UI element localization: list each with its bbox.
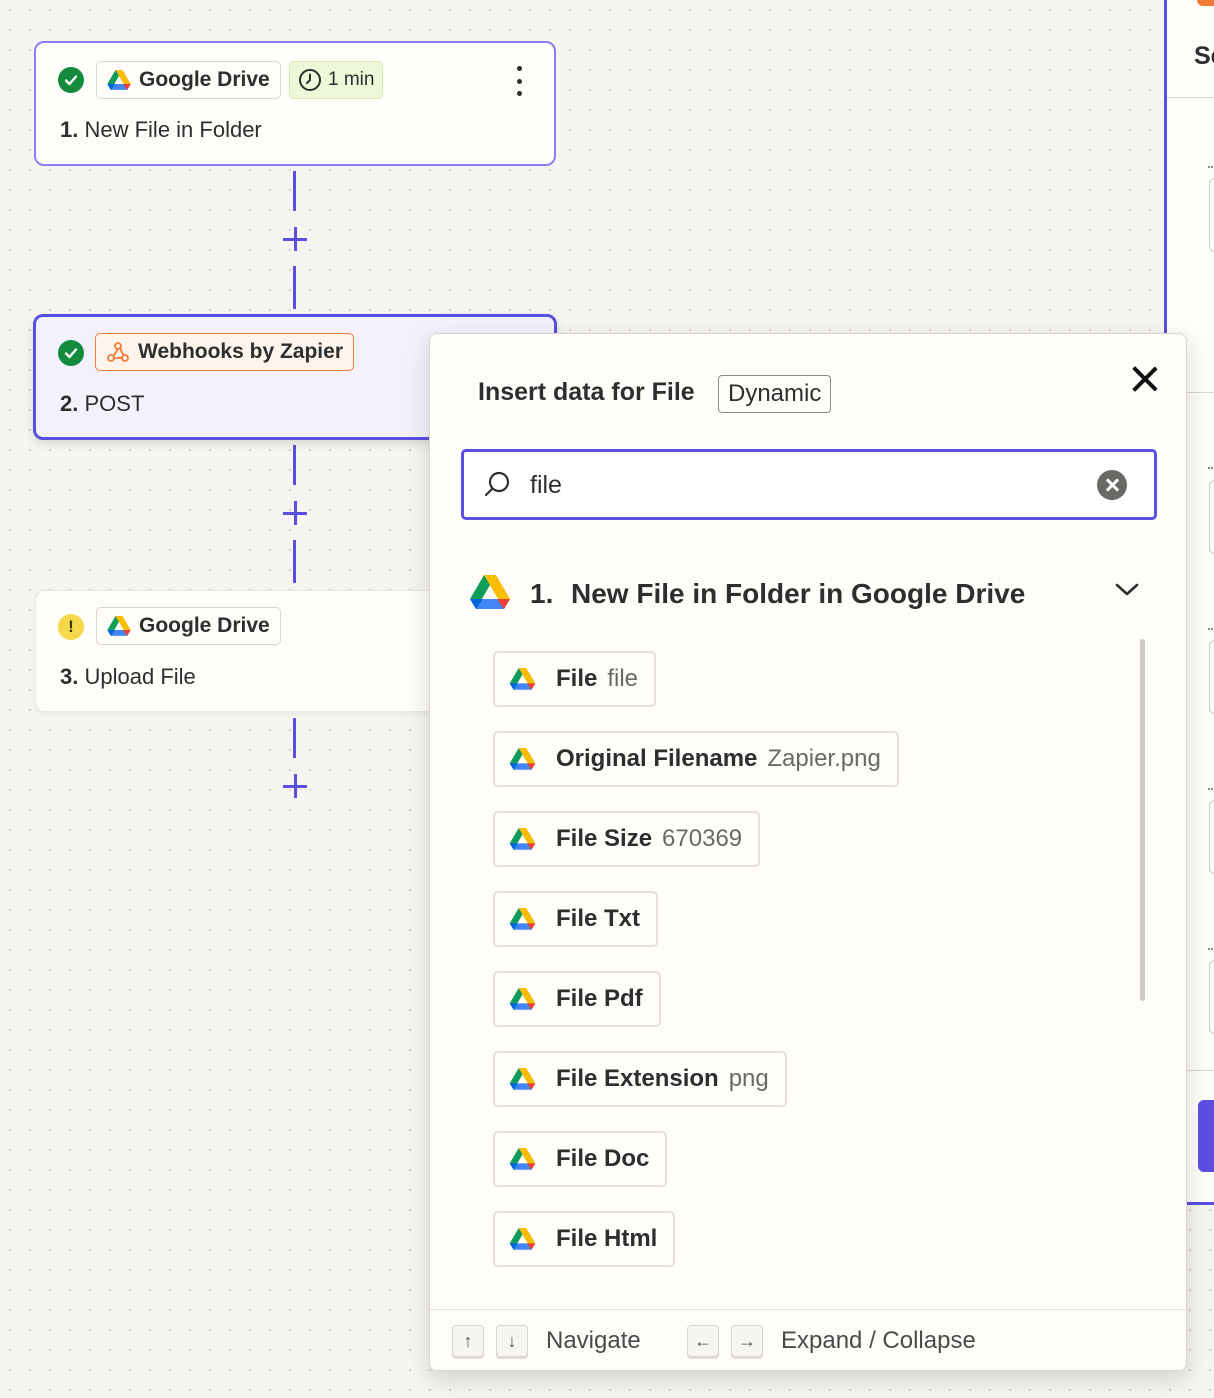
- field-value: 670369: [662, 825, 743, 852]
- chevron-down-icon[interactable]: [1114, 578, 1140, 600]
- clear-icon[interactable]: [1097, 470, 1127, 500]
- check-icon: [58, 67, 84, 93]
- keyboard-hints-footer: ↑ ↓ Navigate ← → Expand / Collapse: [430, 1309, 1186, 1370]
- scrollbar[interactable]: [1140, 639, 1145, 1001]
- search-value[interactable]: file: [530, 471, 562, 500]
- field-label: [1208, 924, 1214, 950]
- step-title: 3. Upload File: [60, 664, 196, 689]
- connector-line: [293, 445, 296, 485]
- field-label: [1208, 764, 1214, 790]
- field-label: File Doc: [556, 1145, 650, 1172]
- group-title: New File in Folder in Google Drive: [571, 578, 1026, 609]
- app-name: Google Drive: [139, 614, 270, 637]
- webhook-icon: [107, 342, 129, 362]
- connector-line: [293, 266, 296, 309]
- field-label: Original Filename: [556, 745, 758, 772]
- field-value: png: [728, 1065, 769, 1092]
- field-label: File Pdf: [556, 985, 643, 1012]
- google-drive-icon: [509, 1148, 536, 1171]
- google-drive-icon: [509, 748, 536, 771]
- field-label: File Size: [556, 825, 653, 852]
- google-drive-icon: [509, 908, 536, 931]
- arrow-left-key: ←: [687, 1325, 719, 1357]
- field-input[interactable]: [1209, 640, 1214, 714]
- data-field-item[interactable]: Original Filename Zapier.png: [493, 731, 899, 787]
- field-input[interactable]: [1209, 178, 1214, 252]
- search-icon: [484, 471, 510, 497]
- google-drive-icon: [509, 668, 536, 691]
- add-step-plus-icon[interactable]: [282, 773, 308, 799]
- step-card-3[interactable]: ! Google Drive 3. Upload File: [35, 590, 455, 712]
- arrow-down-key: ↓: [496, 1325, 528, 1357]
- connector-line: [293, 718, 296, 758]
- panel-top-button[interactable]: [1197, 0, 1214, 6]
- step-title: 2. POST: [60, 391, 145, 416]
- field-label: File Txt: [556, 905, 641, 932]
- search-input[interactable]: file: [461, 449, 1157, 520]
- add-step-plus-icon[interactable]: [282, 226, 308, 252]
- field-label: File Extension: [556, 1065, 719, 1092]
- data-field-item[interactable]: File Txt: [493, 891, 659, 947]
- field-input[interactable]: [1209, 800, 1214, 874]
- add-step-plus-icon[interactable]: [282, 500, 308, 526]
- group-number: 1.: [530, 578, 554, 609]
- warning-icon: !: [58, 614, 84, 640]
- field-input[interactable]: [1209, 480, 1214, 554]
- app-badge: Google Drive: [96, 61, 281, 99]
- google-drive-icon: [509, 988, 536, 1011]
- connector-line: [293, 171, 296, 211]
- data-field-item[interactable]: File file: [493, 651, 657, 707]
- field-label: [1208, 604, 1214, 630]
- arrow-right-key: →: [731, 1325, 763, 1357]
- google-drive-icon: [470, 575, 510, 611]
- continue-button[interactable]: [1198, 1100, 1214, 1172]
- data-field-item[interactable]: File Html: [493, 1211, 676, 1267]
- dynamic-badge: Dynamic: [718, 375, 832, 413]
- divider: [1167, 97, 1214, 98]
- field-label: File Html: [556, 1225, 658, 1252]
- google-drive-icon: [509, 828, 536, 851]
- google-drive-icon: [509, 1228, 536, 1251]
- check-icon: [58, 340, 84, 366]
- data-field-item[interactable]: File Doc: [493, 1131, 668, 1187]
- close-icon[interactable]: [1130, 364, 1160, 394]
- group-header[interactable]: 1. New File in Folder in Google Drive: [470, 572, 1150, 618]
- app-badge: Google Drive: [96, 607, 281, 645]
- schedule-badge: 1 min: [289, 61, 384, 99]
- field-label: [1208, 142, 1214, 168]
- google-drive-icon: [509, 1068, 536, 1091]
- popup-title: Insert data for File: [478, 378, 695, 406]
- app-name: Google Drive: [139, 68, 270, 91]
- field-label: File: [556, 665, 598, 692]
- navigate-hint: Navigate: [546, 1327, 641, 1354]
- step-title: 1. New File in Folder: [60, 117, 262, 142]
- data-field-item[interactable]: File Size 670369: [493, 811, 761, 867]
- app-name: Webhooks by Zapier: [138, 340, 343, 363]
- field-value: file: [607, 665, 639, 692]
- panel-title: Se: [1194, 42, 1214, 70]
- arrow-up-key: ↑: [452, 1325, 484, 1357]
- kebab-menu-icon[interactable]: [513, 66, 525, 96]
- step-card-1[interactable]: Google Drive 1 min 1. New File in Folder: [34, 41, 556, 166]
- clock-icon: [299, 69, 321, 91]
- field-value: Zapier.png: [767, 745, 881, 772]
- google-drive-icon: [107, 70, 131, 91]
- data-field-item[interactable]: File Extension png: [493, 1051, 787, 1107]
- data-field-item[interactable]: File Pdf: [493, 971, 661, 1027]
- connector-line: [293, 540, 296, 583]
- field-label: [1208, 443, 1214, 469]
- app-badge: Webhooks by Zapier: [95, 333, 354, 371]
- field-input[interactable]: [1209, 960, 1214, 1034]
- expand-collapse-hint: Expand / Collapse: [781, 1327, 976, 1354]
- google-drive-icon: [107, 616, 131, 637]
- insert-data-popup: Insert data for File Dynamic file 1. New…: [429, 333, 1187, 1371]
- schedule-text: 1 min: [328, 69, 375, 90]
